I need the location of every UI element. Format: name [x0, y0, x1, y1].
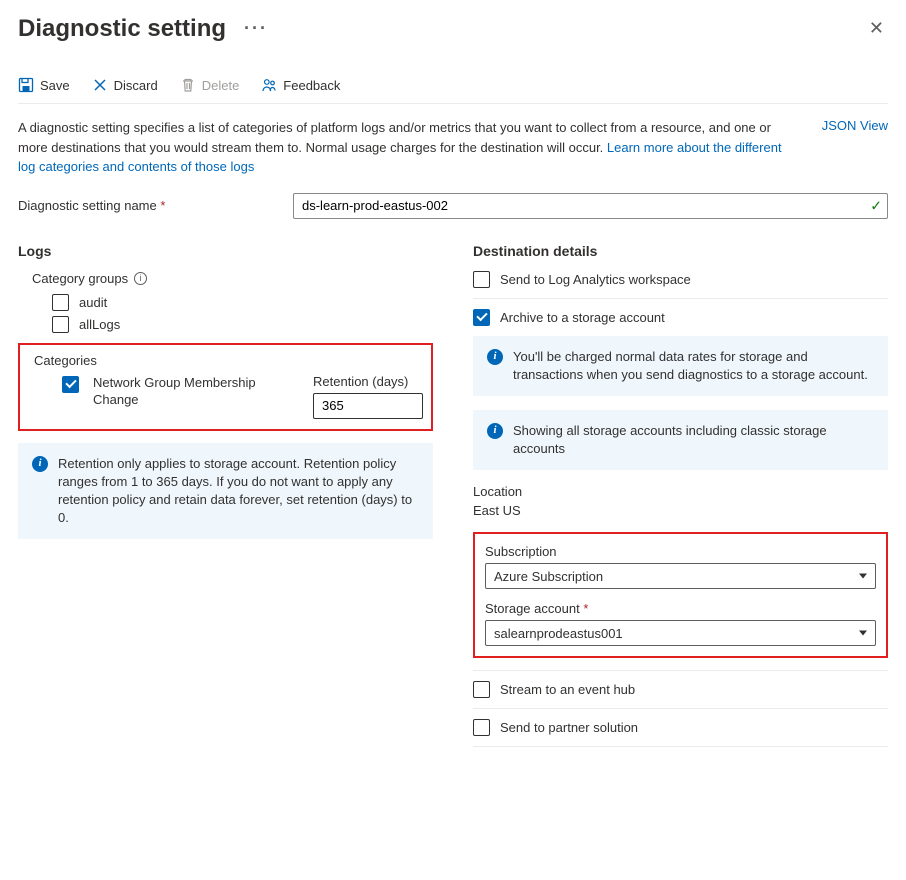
save-icon: [18, 77, 34, 93]
partner-checkbox-label: Send to partner solution: [500, 720, 638, 735]
law-checkbox[interactable]: [473, 271, 490, 288]
valid-check-icon: ✓: [870, 197, 882, 214]
chevron-down-icon: [859, 631, 867, 636]
close-icon[interactable]: ✕: [865, 14, 888, 43]
audit-checkbox-label: audit: [79, 295, 107, 310]
info-icon: i: [487, 423, 503, 439]
info-icon: i: [487, 349, 503, 365]
net-group-change-label: Network Group Membership Change: [93, 374, 273, 409]
storage-rates-note: You'll be charged normal data rates for …: [513, 348, 874, 384]
subscription-label: Subscription: [485, 544, 876, 559]
alllogs-checkbox[interactable]: [52, 316, 69, 333]
subscription-dropdown[interactable]: Azure Subscription: [485, 563, 876, 589]
json-view-link[interactable]: JSON View: [822, 118, 888, 177]
categories-label: Categories: [34, 353, 423, 368]
categories-highlight: Categories Network Group Membership Chan…: [18, 343, 433, 431]
storage-account-dropdown-value: salearnprodeastus001: [494, 626, 623, 641]
eventhub-checkbox[interactable]: [473, 681, 490, 698]
discard-button-label: Discard: [114, 78, 158, 93]
eventhub-checkbox-label: Stream to an event hub: [500, 682, 635, 697]
setting-name-label: Diagnostic setting name *: [18, 198, 293, 213]
delete-button: Delete: [180, 77, 240, 93]
command-bar: Save Discard Delete Feedback: [18, 61, 888, 104]
discard-icon: [92, 77, 108, 93]
discard-button[interactable]: Discard: [92, 77, 158, 93]
save-button[interactable]: Save: [18, 77, 70, 93]
feedback-icon: [261, 77, 277, 93]
more-actions-button[interactable]: ···: [244, 18, 268, 39]
storage-account-label: Storage account *: [485, 601, 876, 616]
destination-column: Destination details Send to Log Analytic…: [473, 243, 888, 758]
delete-button-label: Delete: [202, 78, 240, 93]
delete-icon: [180, 77, 196, 93]
panel-header: Diagnostic setting ··· ✕: [18, 14, 888, 43]
storage-checkbox[interactable]: [473, 309, 490, 326]
description-text: A diagnostic setting specifies a list of…: [18, 118, 792, 177]
partner-checkbox[interactable]: [473, 719, 490, 736]
alllogs-checkbox-label: allLogs: [79, 317, 120, 332]
category-groups-label: Category groups: [32, 271, 128, 286]
page-title: Diagnostic setting: [18, 15, 226, 43]
logs-heading: Logs: [18, 243, 433, 259]
save-button-label: Save: [40, 78, 70, 93]
storage-accounts-note: Showing all storage accounts including c…: [513, 422, 874, 458]
storage-checkbox-label: Archive to a storage account: [500, 310, 665, 325]
info-icon[interactable]: i: [134, 272, 147, 285]
setting-name-input[interactable]: [293, 193, 888, 219]
audit-checkbox[interactable]: [52, 294, 69, 311]
destination-heading: Destination details: [473, 243, 888, 259]
feedback-button-label: Feedback: [283, 78, 340, 93]
storage-account-dropdown[interactable]: salearnprodeastus001: [485, 620, 876, 646]
feedback-button[interactable]: Feedback: [261, 77, 340, 93]
logs-column: Logs Category groups i audit allLogs Cat…: [18, 243, 433, 758]
info-icon: i: [32, 456, 48, 472]
net-group-change-checkbox[interactable]: [62, 376, 79, 393]
location-label: Location: [473, 484, 888, 499]
retention-input[interactable]: [313, 393, 423, 419]
retention-note: Retention only applies to storage accoun…: [58, 455, 419, 528]
retention-label: Retention (days): [313, 374, 423, 389]
location-value: East US: [473, 503, 888, 518]
law-checkbox-label: Send to Log Analytics workspace: [500, 272, 691, 287]
chevron-down-icon: [859, 574, 867, 579]
subscription-dropdown-value: Azure Subscription: [494, 569, 603, 584]
